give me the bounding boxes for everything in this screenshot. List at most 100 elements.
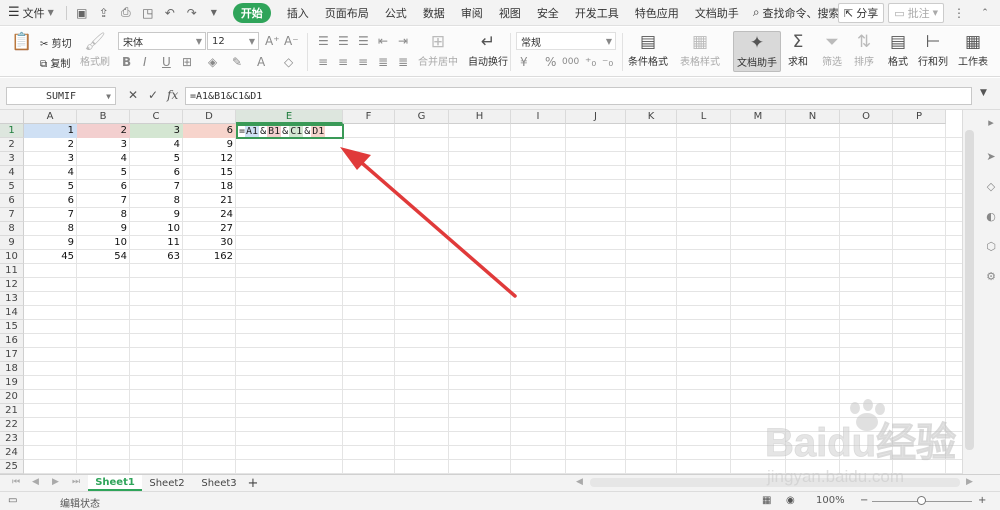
add-sheet-button[interactable]: + xyxy=(245,475,261,491)
cell-a1[interactable]: 1 xyxy=(24,124,77,138)
cell-d10[interactable]: 162 xyxy=(183,250,236,264)
cell-b8[interactable]: 9 xyxy=(77,222,130,236)
sort-button[interactable]: ⇅ 排序 xyxy=(852,31,876,68)
doc-assistant-button[interactable]: ✦ 文档助手 xyxy=(733,31,781,72)
share-button[interactable]: ⇱ 分享 xyxy=(837,3,885,23)
cell-c10[interactable]: 63 xyxy=(130,250,183,264)
wrap-text-button[interactable]: ↵ 自动换行 xyxy=(468,31,508,68)
column-header-a[interactable]: A xyxy=(24,110,77,124)
first-sheet-icon[interactable]: ⏮ xyxy=(12,477,20,487)
row-header-25[interactable]: 25 xyxy=(0,460,24,474)
tab-home[interactable]: 开始 xyxy=(225,0,279,26)
increase-decimal-icon[interactable]: ⁺₀ xyxy=(585,55,596,69)
cell-b2[interactable]: 3 xyxy=(77,138,130,152)
row-header-18[interactable]: 18 xyxy=(0,362,24,376)
tab-doc-assistant[interactable]: 文档助手 xyxy=(687,0,747,26)
cell-d1[interactable]: 6 xyxy=(183,124,236,138)
formula-input[interactable]: =A1&B1&C1&D1 xyxy=(185,87,972,105)
format-button[interactable]: ▤ 格式 xyxy=(886,31,910,68)
row-header-17[interactable]: 17 xyxy=(0,348,24,362)
print-preview-icon[interactable]: ◳ xyxy=(140,5,156,21)
select-all-corner[interactable] xyxy=(0,110,24,124)
fill-color-icon[interactable]: ◈ xyxy=(208,55,217,69)
column-header-b[interactable]: B xyxy=(77,110,130,124)
column-header-i[interactable]: I xyxy=(511,110,566,124)
cell-b4[interactable]: 5 xyxy=(77,166,130,180)
thousands-button[interactable]: 000 xyxy=(562,57,579,67)
justify-icon[interactable]: ≣ xyxy=(378,55,388,69)
cell-c9[interactable]: 11 xyxy=(130,236,183,250)
properties-icon[interactable]: ⚙ xyxy=(984,270,998,284)
comment-button[interactable]: ▭ 批注 ▼ xyxy=(888,3,944,23)
tab-view[interactable]: 视图 xyxy=(491,0,529,26)
cell-b1[interactable]: 2 xyxy=(77,124,130,138)
row-header-14[interactable]: 14 xyxy=(0,306,24,320)
cell-a4[interactable]: 4 xyxy=(24,166,77,180)
cell-a10[interactable]: 45 xyxy=(24,250,77,264)
merge-center-button[interactable]: ⊞ 合并居中 xyxy=(418,31,458,68)
font-name-select[interactable]: 宋体 ▼ xyxy=(118,32,206,50)
distributed-icon[interactable]: ≣ xyxy=(398,55,408,69)
cut-button[interactable]: ✂ 剪切 xyxy=(40,35,72,50)
align-middle-icon[interactable]: ☰ xyxy=(338,34,349,48)
cell-a8[interactable]: 8 xyxy=(24,222,77,236)
cell-b6[interactable]: 7 xyxy=(77,194,130,208)
number-format-select[interactable]: 常规 ▼ xyxy=(516,32,616,50)
table-style-button[interactable]: ▦ 表格样式 xyxy=(680,31,720,68)
cell-a9[interactable]: 9 xyxy=(24,236,77,250)
cell-c5[interactable]: 7 xyxy=(130,180,183,194)
print-icon[interactable]: ⎙ xyxy=(118,5,134,21)
tab-sheet2[interactable]: Sheet2 xyxy=(142,475,192,491)
row-header-1[interactable]: 1 xyxy=(0,124,24,138)
undo-icon[interactable]: ↶ xyxy=(162,5,178,21)
cell-d9[interactable]: 30 xyxy=(183,236,236,250)
currency-icon[interactable]: ¥ xyxy=(520,55,528,69)
tab-page-layout[interactable]: 页面布局 xyxy=(317,0,377,26)
cell-c7[interactable]: 9 xyxy=(130,208,183,222)
indent-increase-icon[interactable]: ⇥ xyxy=(398,34,408,48)
row-header-2[interactable]: 2 xyxy=(0,138,24,152)
tab-insert[interactable]: 插入 xyxy=(279,0,317,26)
cell-c1[interactable]: 3 xyxy=(130,124,183,138)
cell-a6[interactable]: 6 xyxy=(24,194,77,208)
tab-sheet1[interactable]: Sheet1 xyxy=(88,475,142,491)
row-header-19[interactable]: 19 xyxy=(0,376,24,390)
collapse-ribbon-icon[interactable]: ⌃ xyxy=(977,5,993,21)
row-header-7[interactable]: 7 xyxy=(0,208,24,222)
align-left-icon[interactable]: ≡ xyxy=(318,55,328,69)
column-header-c[interactable]: C xyxy=(130,110,183,124)
zoom-level[interactable]: 100% xyxy=(816,495,845,506)
format-painter-button[interactable]: 🖌 格式刷 xyxy=(80,31,110,68)
column-header-n[interactable]: N xyxy=(786,110,840,124)
cell-a2[interactable]: 2 xyxy=(24,138,77,152)
cell-a3[interactable]: 3 xyxy=(24,152,77,166)
cell-a5[interactable]: 5 xyxy=(24,180,77,194)
align-bottom-icon[interactable]: ☰ xyxy=(358,34,369,48)
percent-button[interactable]: % xyxy=(545,55,556,69)
column-header-d[interactable]: D xyxy=(183,110,236,124)
tab-review[interactable]: 审阅 xyxy=(453,0,491,26)
row-header-11[interactable]: 11 xyxy=(0,264,24,278)
row-header-21[interactable]: 21 xyxy=(0,404,24,418)
tab-security[interactable]: 安全 xyxy=(529,0,567,26)
cell-c2[interactable]: 4 xyxy=(130,138,183,152)
tab-developer[interactable]: 开发工具 xyxy=(567,0,627,26)
copy-button[interactable]: ⧉ 复制 xyxy=(40,55,70,70)
confirm-icon[interactable]: ✓ xyxy=(148,88,158,102)
align-top-icon[interactable]: ☰ xyxy=(318,34,329,48)
editing-cell-e1[interactable]: =A1 & B1 & C1 & D1 xyxy=(236,124,344,139)
column-header-o[interactable]: O xyxy=(840,110,893,124)
cell-d6[interactable]: 21 xyxy=(183,194,236,208)
row-header-10[interactable]: 10 xyxy=(0,250,24,264)
file-menu[interactable]: ☰ 文件 ▼ xyxy=(0,0,62,26)
cell-a7[interactable]: 7 xyxy=(24,208,77,222)
column-header-e[interactable]: E xyxy=(236,110,343,124)
normal-view-icon[interactable]: ▦ xyxy=(762,495,771,506)
save-icon[interactable]: ▣ xyxy=(74,5,90,21)
column-header-h[interactable]: H xyxy=(449,110,511,124)
row-header-6[interactable]: 6 xyxy=(0,194,24,208)
conditional-format-button[interactable]: ▤ 条件格式 xyxy=(628,31,668,68)
name-box[interactable]: SUMIF ▼ xyxy=(6,87,116,105)
cell-c3[interactable]: 5 xyxy=(130,152,183,166)
macro-icon[interactable]: ▭ xyxy=(8,495,17,506)
